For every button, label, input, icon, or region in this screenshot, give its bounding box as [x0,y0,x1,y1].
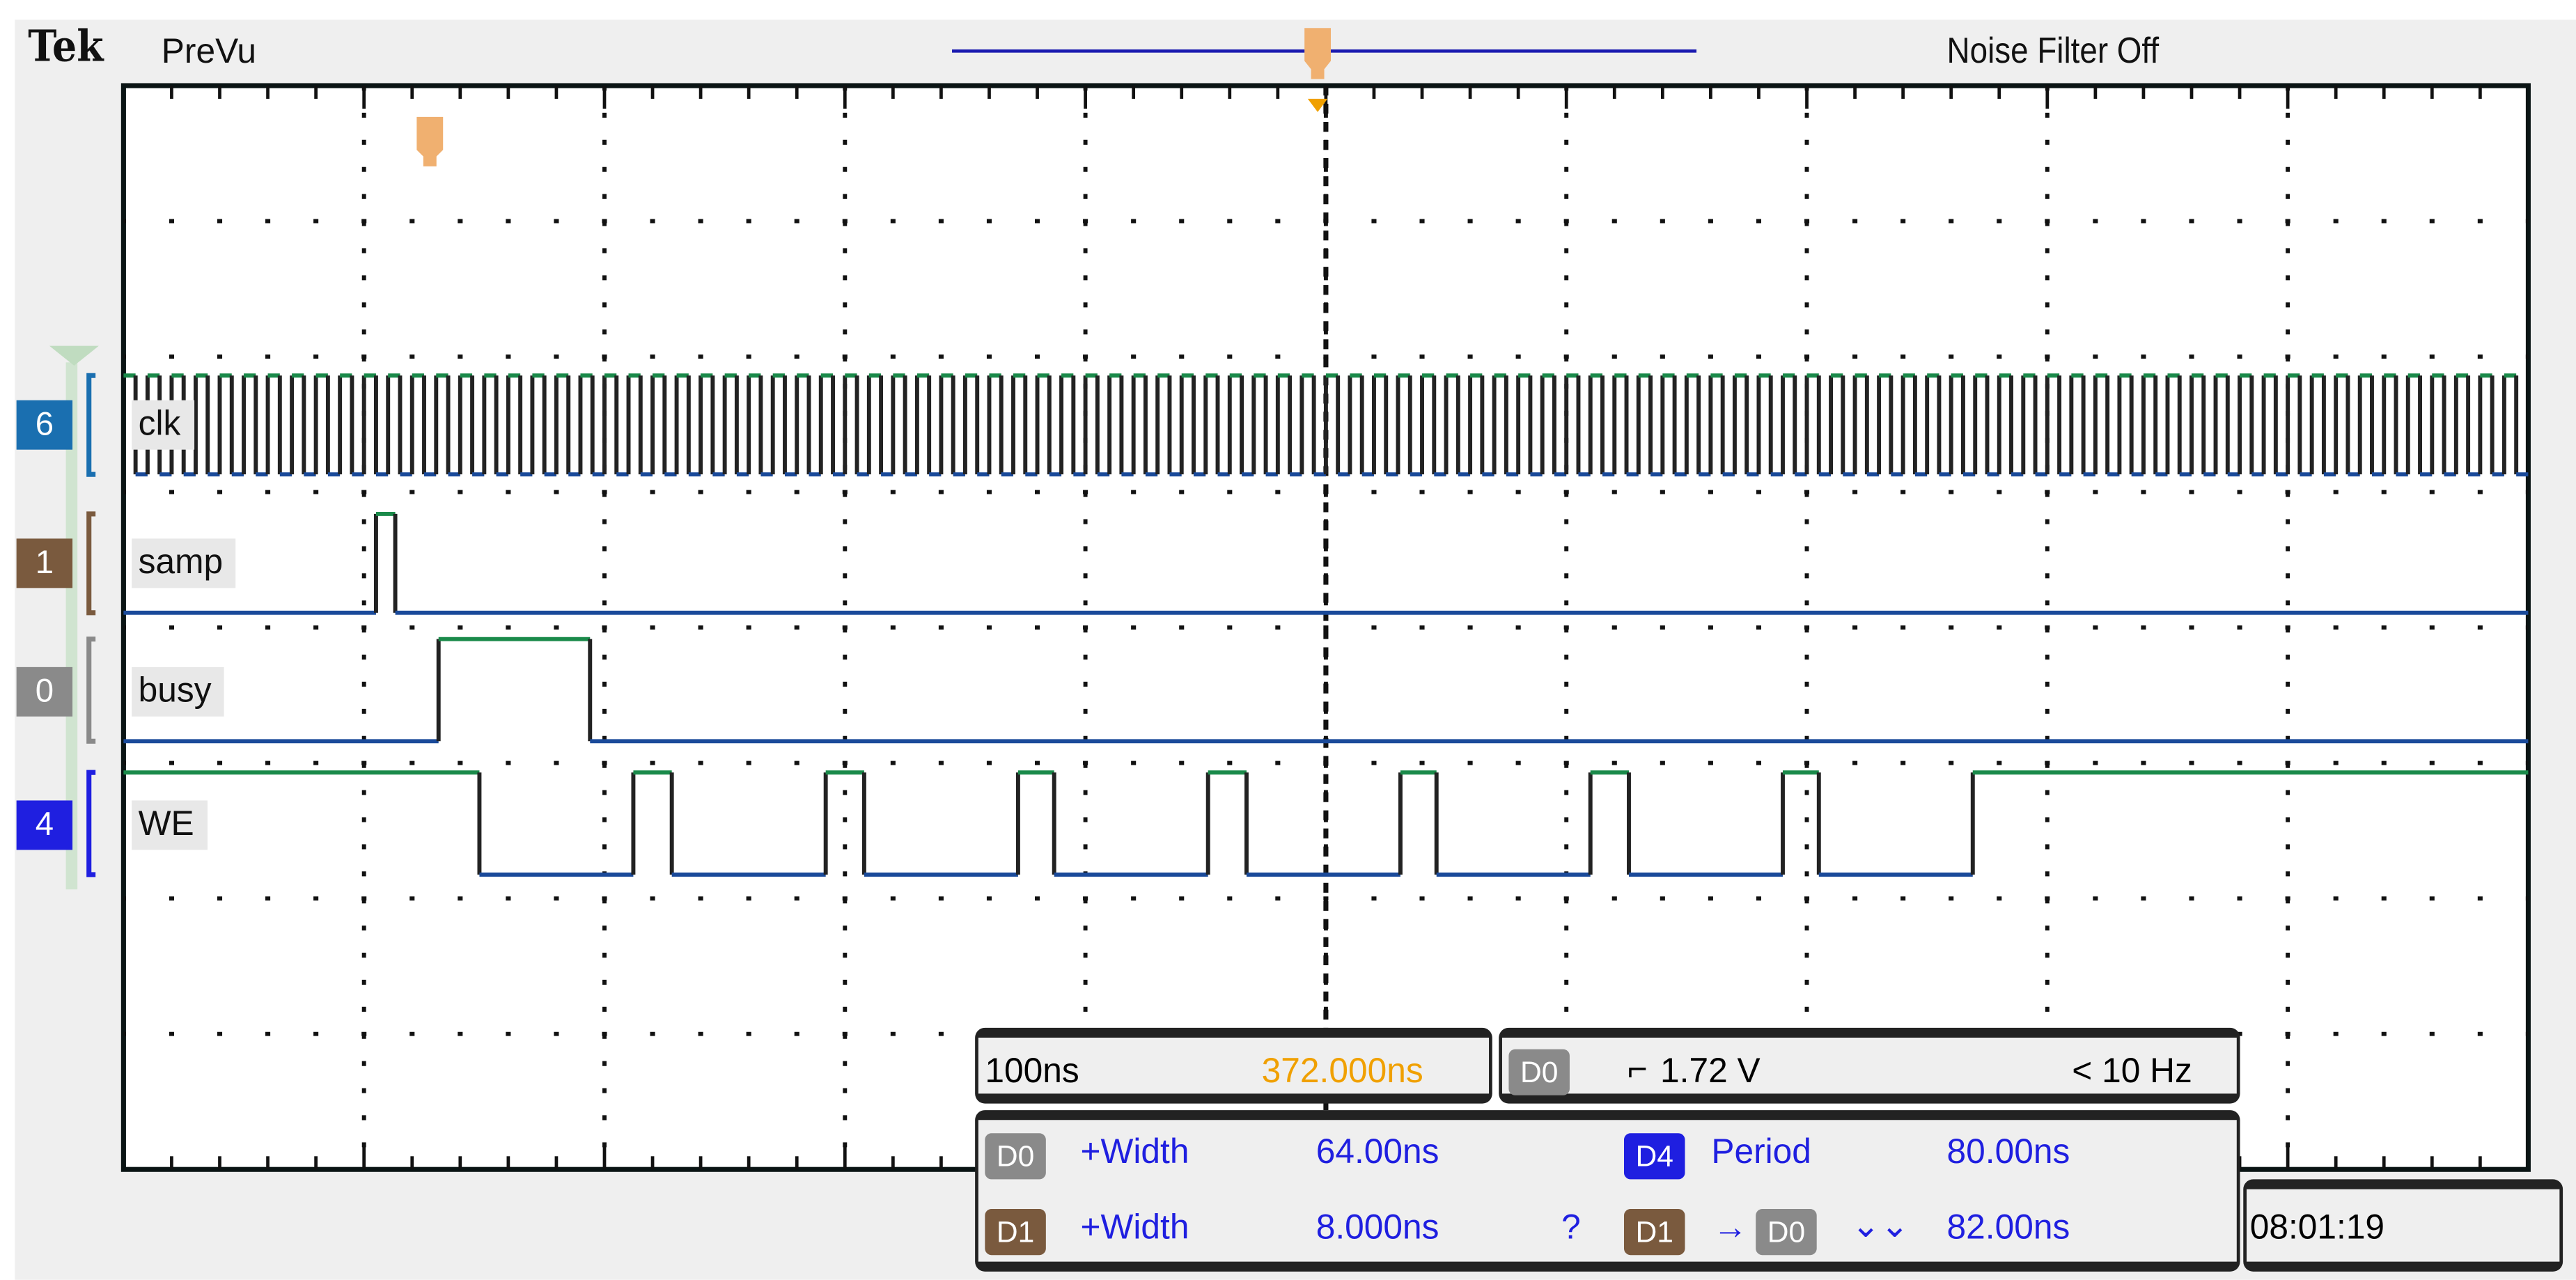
meas-type: Period [1711,1133,1811,1171]
channel-bracket [86,373,96,477]
horizontal-position: 372.000ns [1261,1052,1423,1091]
group-marker-icon [49,345,99,366]
meas-value: 8.000ns [1316,1208,1439,1247]
meas-source-badge: D1 [985,1208,1046,1256]
measurements-panel[interactable]: D0 +Width 64.00ns D4 Period 80.00ns D1 +… [975,1110,2240,1272]
channel-bracket [86,770,96,877]
trigger-readout[interactable]: D0 ⌐ 1.72 V < 10 Hz [1499,1027,2240,1104]
trigger-position-marker-icon [1304,28,1332,79]
arrow-right-icon: → [1712,1208,1748,1247]
channel-badge-4[interactable]: 4 [16,800,73,850]
channel-bracket [86,511,96,616]
channel-label-samp: samp [132,538,237,588]
clock-panel: 08:01:19 [2243,1179,2563,1272]
meas-source-badge: D1 [1623,1208,1685,1256]
channel-label-clk: clk [132,400,194,450]
channel-label-we: WE [132,800,208,850]
rising-edge-icon: ⌐ [1627,1050,1648,1089]
channel-badge-0[interactable]: 0 [16,666,73,717]
meas-value: 82.00ns [1946,1208,2070,1247]
horizontal-scale: 100ns [985,1052,1079,1091]
meas-type: +Width [1080,1208,1189,1247]
trigger-frequency: < 10 Hz [2072,1052,2192,1091]
meas-value: 64.00ns [1316,1133,1439,1171]
meas-value: 80.00ns [1946,1133,2070,1171]
meas-warning-flag: ? [1561,1208,1581,1247]
trigger-level: 1.72 V [1660,1052,1761,1091]
meas-type: +Width [1080,1133,1189,1171]
channel-badge-1[interactable]: 1 [16,538,73,588]
meas-source-badge: D0 [985,1133,1046,1180]
horizontal-readout[interactable]: 100ns 372.000ns [975,1027,1492,1104]
meas-source-badge: D4 [1623,1133,1685,1180]
trigger-source-badge: D0 [1508,1049,1570,1095]
channel-bracket [86,637,96,744]
meas-target-badge: D0 [1756,1208,1817,1256]
channel-badge-6[interactable]: 6 [16,400,73,450]
time-of-day: 08:01:19 [2249,1208,2385,1247]
oscilloscope-display: Tek PreVu Noise Filter Off 6 clk 1 samp … [0,0,2576,1280]
falling-edges-icon: ⌄⌄ [1851,1207,1910,1246]
channel-label-busy: busy [132,666,225,717]
